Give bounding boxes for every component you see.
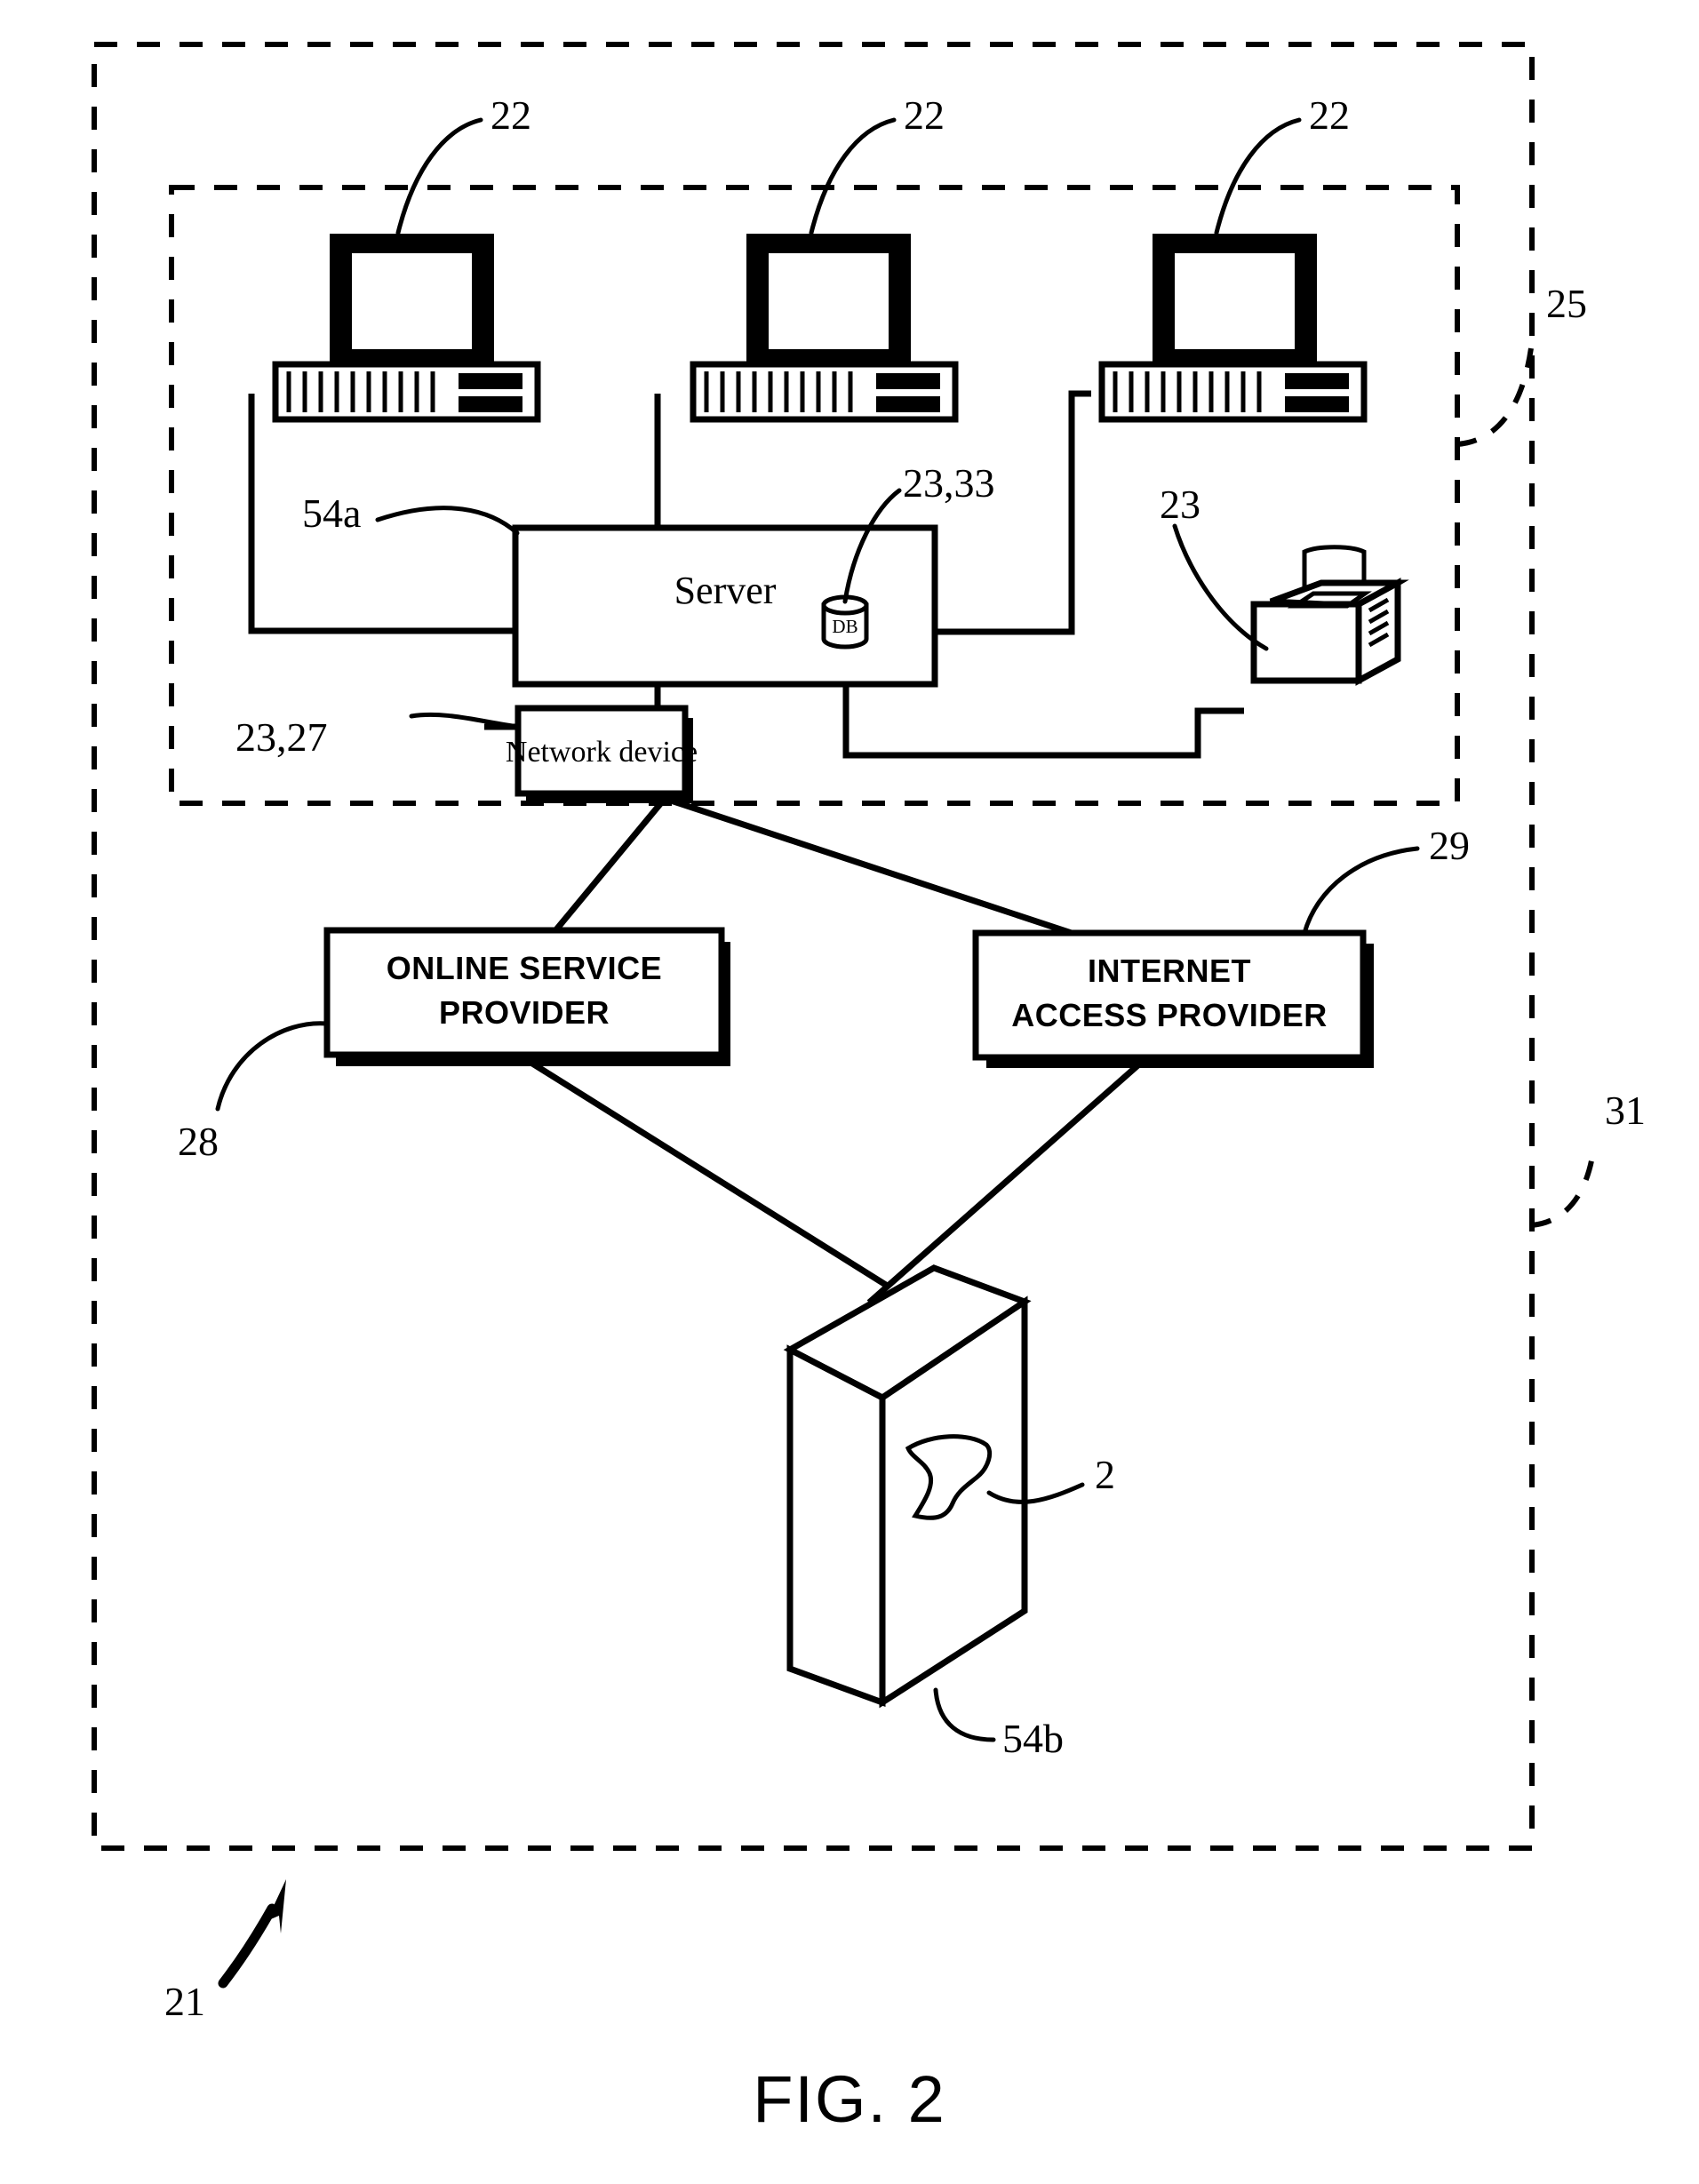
ref-23-printer: 23 [1160,482,1200,527]
internet-access-provider-node: INTERNET ACCESS PROVIDER [972,929,1374,1068]
product-package-node [783,1264,1032,1709]
drive-bay-bottom-right [1285,396,1349,412]
ref-22-center: 22 [904,92,945,138]
workstation-left [272,234,541,423]
wire-right-workstation-to-server [935,390,1091,635]
wire-network-device-to-iap [666,796,1116,951]
monitor-screen-center [769,253,889,349]
wire-osp-to-product [528,1059,890,1289]
ref-28: 28 [178,1119,219,1164]
osp-label-line1: ONLINE SERVICE [387,950,662,986]
monitor-screen-left [352,253,472,349]
online-service-provider-node: ONLINE SERVICE PROVIDER [323,927,730,1066]
figure-canvas: Server DB Network device ONLINE SERVICE … [92,42,1646,2136]
drive-bay-top-left [459,373,522,389]
workstation-right [1098,234,1368,423]
ref-25: 25 [1546,281,1587,326]
drive-bay-top-center [876,373,940,389]
ref-23-27: 23,27 [235,714,328,760]
figure-caption: FIG. 2 [753,2062,946,2136]
ref-22-left: 22 [491,92,531,138]
ref-54b: 54b [1002,1716,1064,1761]
server-node: Server DB [512,524,938,688]
drive-bay-bottom-center [876,396,940,412]
ref-21: 21 [164,1979,205,2024]
osp-box [323,927,725,1058]
leader-22-center [809,117,897,235]
db-label: DB [832,616,857,637]
leader-22-left [395,117,483,235]
iap-box [972,929,1367,1061]
printer-side-face [1355,578,1401,686]
network-device-label: Network device [506,736,698,769]
leader-21-shaft [218,1903,277,1989]
printer-front-face [1250,601,1362,684]
ref-31: 31 [1605,1088,1646,1133]
leader-29 [1302,846,1420,936]
osp-label-line2: PROVIDER [439,994,610,1031]
ref-2: 2 [1095,1452,1115,1497]
workstation-center [690,234,959,423]
drive-bay-top-right [1285,373,1349,389]
product-box-left-face [786,1344,886,1708]
leader-31 [1531,1144,1597,1228]
drive-bay-bottom-left [459,396,522,412]
server-label: Server [674,569,777,612]
system-arrow [218,1879,286,1989]
monitor-screen-right [1175,253,1295,349]
leader-25 [1456,332,1535,447]
wire-server-to-printer [842,684,1244,759]
ref-54a: 54a [302,490,361,536]
printer-node [1250,545,1409,686]
wire-iap-to-product [866,1060,1144,1305]
leader-28 [215,1021,330,1112]
ref-23-33: 23,33 [903,460,995,506]
leader-22-right [1214,117,1302,235]
database-cylinder: DB [821,594,869,650]
ref-22-right: 22 [1309,92,1350,138]
leader-54b [933,1687,996,1742]
network-device-node: Network device [506,705,698,803]
leader-23-27 [409,712,521,729]
leader-54a [375,506,520,536]
patent-figure-page: Server DB Network device ONLINE SERVICE … [0,0,1699,2184]
ref-29: 29 [1429,823,1470,868]
iap-label-line2: ACCESS PROVIDER [1011,997,1328,1033]
iap-label-line1: INTERNET [1088,953,1251,989]
